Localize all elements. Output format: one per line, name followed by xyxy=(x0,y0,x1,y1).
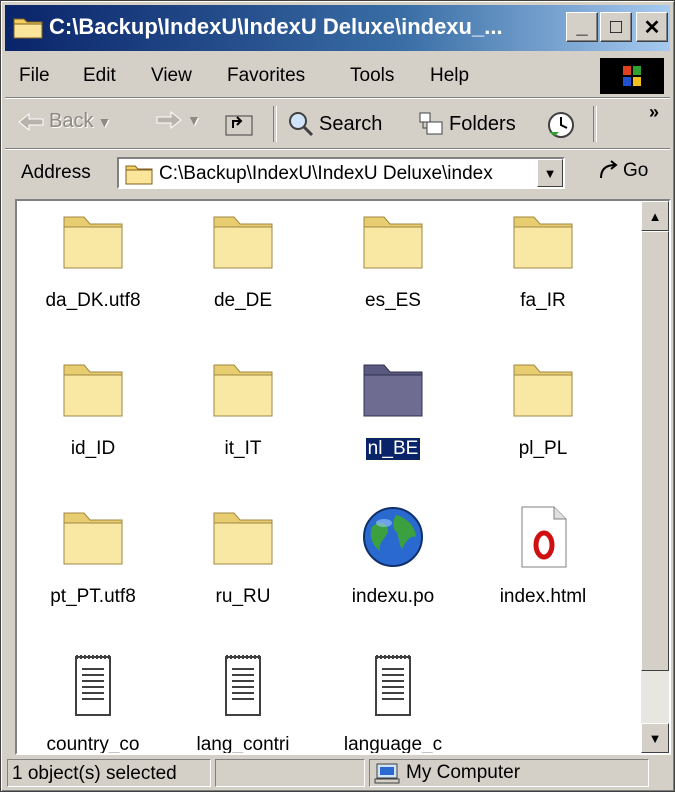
address-value: C:\Backup\IndexU\IndexU Deluxe\index xyxy=(159,163,493,184)
forward-arrow-icon xyxy=(156,110,182,130)
toolbar-chevron[interactable]: » xyxy=(649,102,659,123)
file-label: pt_PT.utf8 xyxy=(50,586,136,607)
file-label: fa_IR xyxy=(520,290,566,311)
folder-item[interactable]: it_IT xyxy=(173,357,313,460)
chevron-down-icon: ▼ xyxy=(543,165,557,181)
folder-item[interactable]: fa_IR xyxy=(473,209,613,312)
folders-icon xyxy=(419,112,443,135)
toolbar: Back ▼ ▼ Search Folders » xyxy=(5,100,670,149)
file-list-view[interactable]: da_DK.utf8 de_DE es_ES fa_IR id_ID it_IT… xyxy=(15,199,671,755)
folder-icon xyxy=(213,216,273,269)
forward-dropdown-icon: ▼ xyxy=(187,112,201,128)
folder-item[interactable]: ru_RU xyxy=(173,505,313,608)
file-label: indexu.po xyxy=(351,586,435,607)
menu-bar: File Edit View Favorites Tools Help xyxy=(5,55,670,98)
file-label: it_IT xyxy=(224,438,262,459)
folder-item[interactable]: id_ID xyxy=(23,357,163,460)
folder-icon xyxy=(513,364,573,417)
globe-icon xyxy=(363,507,423,567)
folder-item[interactable]: da_DK.utf8 xyxy=(23,209,163,312)
file-label: nl_BE xyxy=(364,437,422,461)
scroll-up-button[interactable]: ▲ xyxy=(641,201,669,231)
menu-tools[interactable]: Tools xyxy=(350,65,394,87)
toolbar-separator xyxy=(273,106,277,142)
maximize-button[interactable]: □ xyxy=(600,12,632,42)
search-icon xyxy=(289,112,314,137)
folders-button[interactable]: Folders xyxy=(417,110,516,138)
folder-icon xyxy=(125,165,153,185)
file-item[interactable]: index.html xyxy=(473,505,613,608)
windows-logo-icon xyxy=(600,58,664,94)
status-bar: 1 object(s) selected My Computer xyxy=(5,757,670,789)
go-button[interactable]: Go xyxy=(597,160,648,182)
text-document-icon xyxy=(75,655,111,716)
file-label: da_DK.utf8 xyxy=(45,290,141,311)
close-button[interactable]: ✕ xyxy=(636,12,668,42)
back-arrow-icon xyxy=(18,112,44,131)
address-field[interactable]: C:\Backup\IndexU\IndexU Deluxe\index ▼ xyxy=(117,157,565,189)
up-folder-icon xyxy=(225,115,253,136)
folder-icon xyxy=(213,512,273,565)
opera-document-icon xyxy=(521,506,567,568)
address-label: Address xyxy=(21,162,91,183)
chevron-up-icon: ▲ xyxy=(648,208,662,224)
folder-icon xyxy=(13,18,43,39)
file-item[interactable]: lang_contri xyxy=(173,653,313,755)
history-button[interactable] xyxy=(545,110,577,140)
file-label: es_ES xyxy=(365,290,421,311)
file-label: index.html xyxy=(499,586,587,607)
back-dropdown-icon: ▼ xyxy=(97,113,112,130)
search-button[interactable]: Search xyxy=(287,110,382,138)
history-icon xyxy=(548,112,574,138)
folder-item-selected[interactable]: nl_BE xyxy=(323,357,463,461)
menu-edit[interactable]: Edit xyxy=(83,65,116,87)
address-bar: Address C:\Backup\IndexU\IndexU Deluxe\i… xyxy=(5,151,670,196)
vertical-scrollbar[interactable]: ▲ ▼ xyxy=(641,201,669,753)
folder-icon xyxy=(213,364,273,417)
folder-item[interactable]: es_ES xyxy=(323,209,463,312)
text-document-icon xyxy=(225,655,261,716)
forward-button[interactable]: ▼ xyxy=(155,110,201,130)
file-label: ru_RU xyxy=(215,586,271,607)
file-label: country_co xyxy=(46,734,140,755)
status-pane xyxy=(215,759,365,787)
folder-icon xyxy=(513,216,573,269)
address-dropdown-button[interactable]: ▼ xyxy=(537,159,563,187)
menu-favorites[interactable]: Favorites xyxy=(227,65,305,87)
folder-icon xyxy=(363,364,423,417)
go-arrow-icon xyxy=(600,160,618,179)
zone-status: My Computer xyxy=(369,759,649,787)
folder-item[interactable]: pl_PL xyxy=(473,357,613,460)
scroll-thumb[interactable] xyxy=(641,231,669,671)
up-folder-button[interactable] xyxy=(223,110,255,138)
file-item[interactable]: country_co xyxy=(23,653,163,755)
title-bar[interactable]: C:\Backup\IndexU\IndexU Deluxe\indexu_..… xyxy=(5,5,670,51)
folder-icon xyxy=(63,216,123,269)
back-button[interactable]: Back ▼ xyxy=(17,110,111,133)
folder-icon xyxy=(363,216,423,269)
file-label: de_DE xyxy=(213,290,273,311)
chevron-down-icon: ▼ xyxy=(648,730,662,746)
file-item[interactable]: indexu.po xyxy=(323,505,463,608)
folder-icon xyxy=(63,364,123,417)
minimize-button[interactable]: _ xyxy=(566,12,598,42)
menu-view[interactable]: View xyxy=(151,65,192,87)
menu-file[interactable]: File xyxy=(19,65,50,87)
folder-item[interactable]: de_DE xyxy=(173,209,313,312)
text-document-icon xyxy=(375,655,411,716)
file-label: language_c xyxy=(343,734,443,755)
file-label: id_ID xyxy=(70,438,116,459)
my-computer-icon xyxy=(374,763,400,784)
scroll-down-button[interactable]: ▼ xyxy=(641,723,669,753)
selection-status: 1 object(s) selected xyxy=(7,759,211,787)
folder-icon xyxy=(63,512,123,565)
folder-item[interactable]: pt_PT.utf8 xyxy=(23,505,163,608)
explorer-window: C:\Backup\IndexU\IndexU Deluxe\indexu_..… xyxy=(0,0,675,792)
window-title: C:\Backup\IndexU\IndexU Deluxe\indexu_..… xyxy=(49,14,503,39)
file-label: lang_contri xyxy=(196,734,290,755)
file-item[interactable]: language_c xyxy=(323,653,463,755)
menu-help[interactable]: Help xyxy=(430,65,469,87)
file-label: pl_PL xyxy=(518,438,568,459)
toolbar-separator xyxy=(593,106,597,142)
